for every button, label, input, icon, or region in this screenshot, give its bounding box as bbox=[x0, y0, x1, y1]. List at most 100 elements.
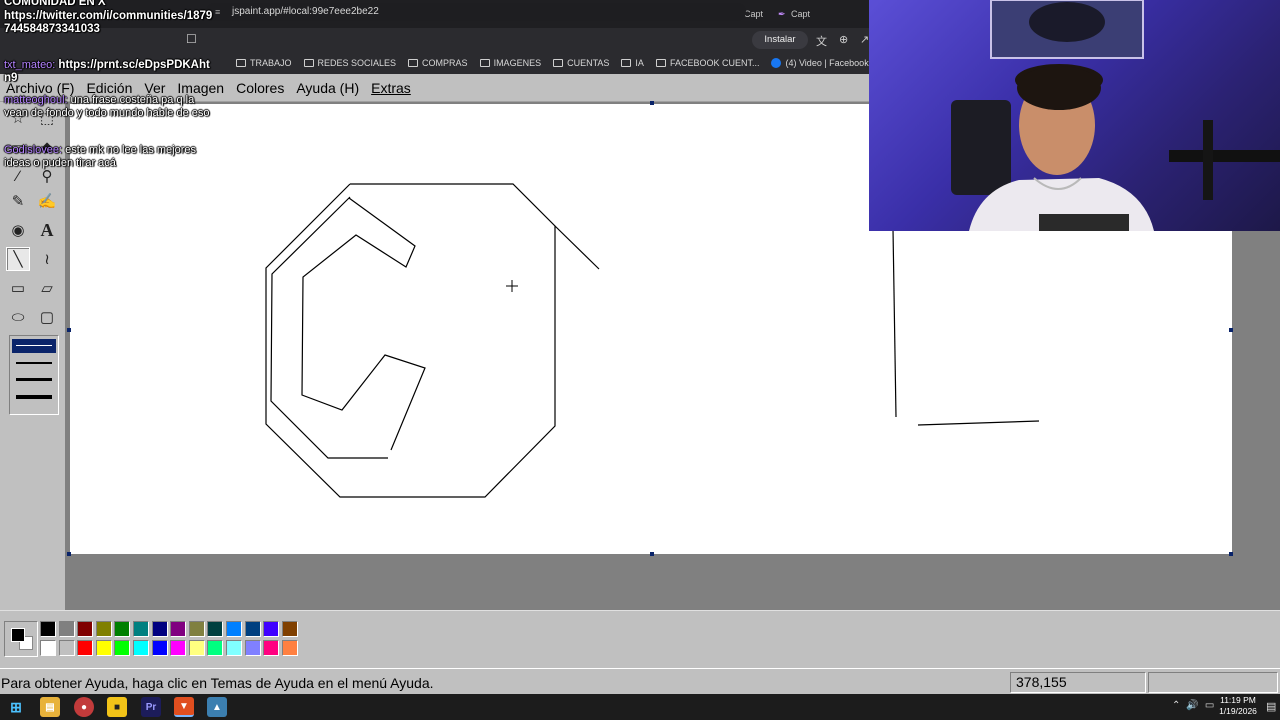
menu-item[interactable]: Colores bbox=[236, 80, 284, 96]
palette-swatch[interactable] bbox=[244, 621, 261, 637]
install-label: Instalar bbox=[764, 34, 796, 45]
palette-swatch[interactable] bbox=[40, 621, 56, 637]
palette-swatch[interactable] bbox=[188, 621, 205, 637]
clock-date: 1/19/2026 bbox=[1219, 706, 1257, 716]
resize-handle-bottom-left bbox=[67, 552, 71, 556]
sticky-notes-icon[interactable]: ■ bbox=[107, 697, 127, 717]
palette-swatch[interactable] bbox=[114, 640, 131, 656]
ellipse-tool-icon[interactable]: ⬭ bbox=[6, 305, 30, 329]
palette-swatch[interactable] bbox=[133, 640, 149, 656]
chat-user-1: txt_mateo: bbox=[4, 59, 56, 71]
folder-icon bbox=[236, 59, 246, 67]
palette-swatch[interactable] bbox=[114, 621, 131, 637]
letter-c-inner-stroke bbox=[270, 196, 388, 459]
folder-icon bbox=[621, 59, 632, 67]
premiere-pro-icon[interactable]: Pr bbox=[141, 697, 161, 717]
folder-icon bbox=[408, 59, 419, 67]
pencil-icon[interactable]: ✎ bbox=[6, 189, 30, 213]
chat-community-link: https://twitter.com/i/communities/187974… bbox=[4, 10, 213, 35]
palette-swatch[interactable] bbox=[170, 621, 187, 637]
url-field[interactable]: ≡ jspaint.app/#local:99e7eee2be22 bbox=[206, 3, 746, 21]
bookmark-item[interactable]: REDES SOCIALES bbox=[303, 58, 396, 68]
palette-swatch[interactable] bbox=[151, 621, 168, 637]
bookmark-item[interactable]: FACEBOOK CUENT... bbox=[655, 58, 760, 68]
status-bar: Para obtener Ayuda, haga clic en Temas d… bbox=[0, 668, 1280, 694]
file-explorer-icon[interactable]: ▤ bbox=[40, 697, 60, 717]
line-width-4[interactable] bbox=[16, 395, 52, 399]
rounded-rect-tool-icon[interactable]: ▢ bbox=[35, 305, 59, 329]
line-tool-icon[interactable]: ╲ bbox=[6, 247, 30, 271]
translate-icon[interactable]: 文 bbox=[816, 33, 827, 49]
rectangle-tool-icon[interactable]: ▭ bbox=[6, 276, 30, 300]
palette-swatch[interactable] bbox=[207, 640, 224, 656]
folder-icon bbox=[479, 59, 490, 67]
palette-swatch[interactable] bbox=[58, 621, 75, 637]
line-width-selector[interactable] bbox=[9, 335, 59, 415]
polygon-tool-icon[interactable]: ▱ bbox=[35, 276, 59, 300]
palette-swatch[interactable] bbox=[281, 640, 298, 656]
foreground-color[interactable] bbox=[11, 628, 25, 642]
bookmark-label: COMPRAS bbox=[422, 58, 468, 68]
browser-tab-label: Capt bbox=[744, 9, 764, 19]
palette-swatch[interactable] bbox=[95, 621, 112, 637]
resize-handle-corner[interactable] bbox=[1229, 552, 1233, 556]
curve-tool-icon[interactable]: ≀ bbox=[35, 247, 59, 271]
line-width-3[interactable] bbox=[16, 378, 52, 381]
color-palette-bar bbox=[0, 610, 1280, 668]
current-colors[interactable] bbox=[4, 621, 38, 657]
bookmark-item[interactable]: CUENTAS bbox=[553, 58, 609, 68]
install-button[interactable]: Instalar bbox=[752, 31, 808, 49]
palette-swatch[interactable] bbox=[40, 640, 56, 656]
windows-start-icon[interactable]: ⊞ bbox=[6, 697, 26, 717]
status-help-text: Para obtener Ayuda, haga clic en Temas d… bbox=[1, 675, 434, 691]
palette-swatch[interactable] bbox=[58, 640, 75, 656]
open-in-app-icon[interactable]: ↗ bbox=[860, 33, 869, 46]
resize-handle-right[interactable] bbox=[1229, 328, 1233, 332]
palette-swatch[interactable] bbox=[188, 640, 205, 656]
text-tool-icon[interactable]: A bbox=[35, 218, 59, 242]
paint-app-icon[interactable]: ▲ bbox=[207, 697, 227, 717]
palette-swatch[interactable] bbox=[95, 640, 112, 656]
feather-icon: ✒ bbox=[778, 9, 786, 19]
bookmark-item[interactable]: (4) Video | Facebook bbox=[771, 58, 869, 68]
windows-taskbar: ⊞ ▤ ● ■ Pr ▼ ▲ ⌃🔊▭ 11:19 PM 1/19/2026 ▤ bbox=[0, 694, 1280, 720]
palette-swatch[interactable] bbox=[226, 621, 242, 637]
bookmark-label: IA bbox=[635, 58, 644, 68]
palette-swatch[interactable] bbox=[207, 621, 224, 637]
palette-swatch[interactable] bbox=[170, 640, 187, 656]
airbrush-icon[interactable]: ◉ bbox=[6, 218, 30, 242]
bookmark-label: IMAGENES bbox=[493, 58, 542, 68]
selected-width-highlight bbox=[12, 339, 56, 353]
resize-handle-top[interactable] bbox=[650, 101, 654, 105]
brave-browser-icon[interactable]: ▼ bbox=[174, 697, 194, 717]
bookmark-item[interactable]: COMPRAS bbox=[408, 58, 468, 68]
bookmark-label: FACEBOOK CUENT... bbox=[669, 58, 760, 68]
resize-handle-bottom[interactable] bbox=[650, 552, 654, 556]
palette-swatch[interactable] bbox=[77, 640, 94, 656]
palette-swatch[interactable] bbox=[77, 621, 94, 637]
clock-time: 11:19 PM bbox=[1220, 695, 1256, 705]
bookmark-item[interactable]: TRABAJO bbox=[236, 58, 292, 68]
menu-item[interactable]: Ayuda (H) bbox=[296, 80, 359, 96]
browser-tab[interactable]: ✒ Capt bbox=[772, 3, 819, 25]
palette-swatch[interactable] bbox=[151, 640, 168, 656]
chat-community-title: COMUNIDAD EN X bbox=[4, 0, 106, 8]
bookmark-item[interactable]: IA bbox=[621, 58, 644, 68]
letter-c-outer-stroke bbox=[301, 197, 426, 451]
bookmark-label: CUENTAS bbox=[567, 58, 610, 68]
bookmark-item[interactable]: IMAGENES bbox=[479, 58, 542, 68]
palette-swatch[interactable] bbox=[244, 640, 261, 656]
notification-icon[interactable]: ▤ bbox=[1266, 700, 1276, 713]
line-width-2[interactable] bbox=[16, 362, 52, 364]
palette-swatch[interactable] bbox=[263, 621, 280, 637]
line-width-1[interactable] bbox=[16, 345, 52, 346]
zoom-icon[interactable]: ⊕ bbox=[839, 33, 848, 46]
brush-icon[interactable]: ✍ bbox=[35, 189, 59, 213]
menu-item[interactable]: Extras bbox=[371, 80, 411, 96]
taskbar-clock[interactable]: 11:19 PM 1/19/2026 bbox=[1212, 695, 1264, 717]
chrome-icon[interactable]: ● bbox=[74, 697, 94, 717]
palette-swatch[interactable] bbox=[281, 621, 298, 637]
palette-swatch[interactable] bbox=[133, 621, 149, 637]
palette-swatch[interactable] bbox=[263, 640, 280, 656]
palette-swatch[interactable] bbox=[226, 640, 242, 656]
